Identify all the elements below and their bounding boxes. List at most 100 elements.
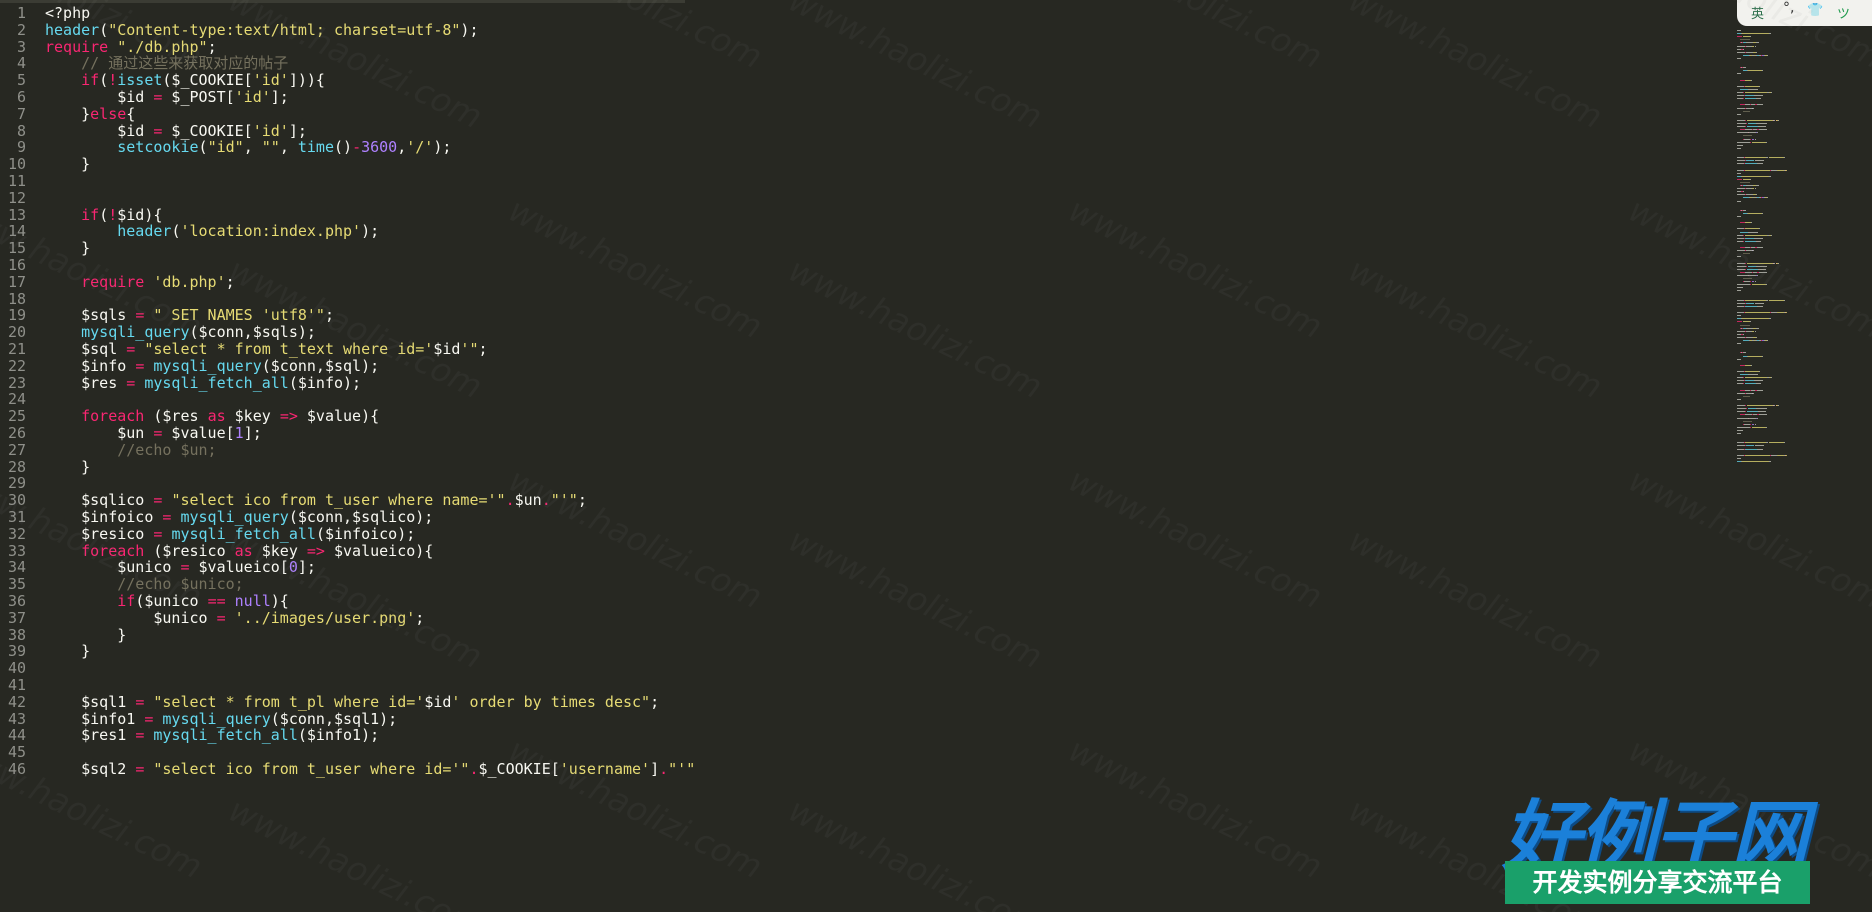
code-token: } bbox=[45, 155, 91, 174]
minimap-stroke bbox=[1768, 442, 1784, 444]
ime-extra-label[interactable]: ツ bbox=[1837, 3, 1850, 22]
minimap-stroke bbox=[1753, 380, 1763, 382]
minimap-stroke bbox=[1737, 228, 1744, 230]
minimap-stroke bbox=[1746, 185, 1754, 186]
minimap-stroke bbox=[1746, 327, 1754, 329]
minimap-stroke bbox=[1737, 429, 1744, 431]
minimap-stroke bbox=[1737, 343, 1741, 345]
minimap-stroke bbox=[1755, 51, 1758, 53]
minimap-stroke bbox=[1768, 157, 1784, 159]
horizontal-scrollbar[interactable] bbox=[0, 0, 685, 3]
minimap-stroke bbox=[1755, 240, 1762, 242]
minimap-stroke bbox=[1739, 88, 1749, 90]
minimap-stroke bbox=[1743, 191, 1745, 193]
minimap-stroke bbox=[1737, 454, 1744, 456]
minimap-stroke bbox=[1748, 231, 1758, 233]
minimap-stroke bbox=[1758, 371, 1760, 372]
code-token: ] bbox=[650, 760, 660, 778]
minimap-stroke bbox=[1746, 119, 1773, 121]
ime-mode-label[interactable]: 英 bbox=[1751, 3, 1764, 22]
code-text: } bbox=[45, 238, 90, 258]
minimap-stroke bbox=[1755, 265, 1768, 267]
minimap-stroke bbox=[1737, 119, 1746, 121]
minimap-stroke bbox=[1739, 181, 1751, 183]
minimap-stroke bbox=[1761, 212, 1763, 214]
minimap-stroke bbox=[1783, 299, 1785, 301]
code-token: ])){ bbox=[288, 71, 325, 90]
code-token: ]; bbox=[243, 424, 262, 442]
minimap-stroke bbox=[1742, 135, 1753, 137]
minimap-stroke bbox=[1767, 197, 1769, 199]
code-token: . bbox=[505, 491, 515, 510]
code-token: mysqli_fetch_all bbox=[153, 726, 298, 745]
minimap-stroke bbox=[1752, 250, 1754, 252]
minimap-stroke bbox=[1737, 73, 1741, 75]
code-token: } bbox=[45, 239, 91, 258]
minimap-stroke bbox=[1778, 262, 1780, 264]
code-token: $un bbox=[514, 491, 542, 510]
minimap-stroke bbox=[1752, 107, 1754, 109]
minimap-stroke bbox=[1742, 253, 1751, 255]
code-editor[interactable]: 1 <?php 2 header("Content-type:text/html; c… bbox=[0, 0, 1730, 912]
minimap-stroke bbox=[1737, 315, 1741, 317]
minimap-stroke bbox=[1769, 318, 1771, 320]
code-token: , bbox=[397, 138, 407, 157]
minimap-stroke bbox=[1751, 426, 1766, 428]
minimap-stroke bbox=[1744, 271, 1752, 273]
minimap-stroke bbox=[1751, 222, 1752, 224]
code-token: $valueico){ bbox=[324, 541, 434, 560]
minimap-stroke bbox=[1737, 265, 1747, 267]
code-text: $res1 = mysqli_fetch_all($info1); bbox=[45, 725, 379, 745]
minimap-stroke bbox=[1742, 110, 1751, 112]
minimap-stroke bbox=[1755, 42, 1759, 44]
minimap-stroke bbox=[1746, 268, 1758, 270]
minimap-stroke bbox=[1756, 305, 1763, 307]
code-text: $res = mysqli_fetch_all($info); bbox=[45, 373, 361, 393]
minimap-stroke bbox=[1744, 234, 1768, 236]
minimap-stroke bbox=[1754, 138, 1756, 140]
minimap-stroke bbox=[1746, 51, 1754, 53]
minimap-stroke bbox=[1747, 265, 1756, 267]
minimap-stroke bbox=[1783, 157, 1785, 159]
code-token: $res bbox=[45, 373, 127, 392]
minimap-stroke bbox=[1737, 45, 1746, 47]
code-text: } bbox=[45, 457, 90, 477]
shirt-icon[interactable]: 👕 bbox=[1807, 3, 1823, 18]
minimap-stroke bbox=[1742, 209, 1747, 211]
minimap-stroke bbox=[1737, 433, 1741, 434]
minimap-stroke bbox=[1754, 160, 1765, 162]
minimap-stroke bbox=[1737, 371, 1744, 372]
minimap-stroke bbox=[1737, 237, 1744, 239]
minimap-stroke bbox=[1755, 123, 1768, 124]
minimap-stroke bbox=[1742, 67, 1747, 69]
code-token: ; bbox=[324, 306, 334, 325]
minimap-stroke bbox=[1737, 95, 1744, 97]
minimap-stroke bbox=[1755, 185, 1759, 186]
minimap-stroke bbox=[1745, 305, 1757, 307]
code-text: header('location:index.php'); bbox=[45, 221, 379, 241]
minimap-stroke bbox=[1748, 88, 1758, 90]
code-token: ); bbox=[460, 20, 479, 39]
minimap-stroke bbox=[1742, 321, 1750, 323]
minimap-stroke bbox=[1739, 231, 1749, 233]
minimap-stroke bbox=[1755, 383, 1762, 385]
minimap-stroke bbox=[1737, 126, 1746, 128]
minimap-stroke bbox=[1737, 200, 1741, 202]
minimap-stroke bbox=[1742, 420, 1753, 422]
minimap-stroke bbox=[1755, 408, 1768, 410]
minimap-stroke bbox=[1776, 454, 1784, 456]
minimap-stroke bbox=[1737, 312, 1744, 314]
code-token: $res1 bbox=[45, 726, 136, 745]
code-token: setcookie bbox=[117, 138, 199, 157]
minimap-stroke bbox=[1746, 445, 1755, 447]
ime-punctuation-toggle[interactable]: °, bbox=[1783, 0, 1794, 16]
code-token: '../images/user.png' bbox=[234, 608, 416, 627]
minimap-stroke bbox=[1746, 160, 1755, 162]
minimap-stroke bbox=[1768, 299, 1784, 301]
code-token: 'id' bbox=[234, 88, 271, 106]
minimap-stroke bbox=[1756, 247, 1763, 248]
minimap-stroke bbox=[1739, 324, 1751, 326]
code-token: = bbox=[126, 373, 136, 392]
ime-toolbar[interactable]: 英 °, 👕 ツ bbox=[1737, 0, 1872, 26]
minimap-stroke bbox=[1756, 448, 1763, 450]
